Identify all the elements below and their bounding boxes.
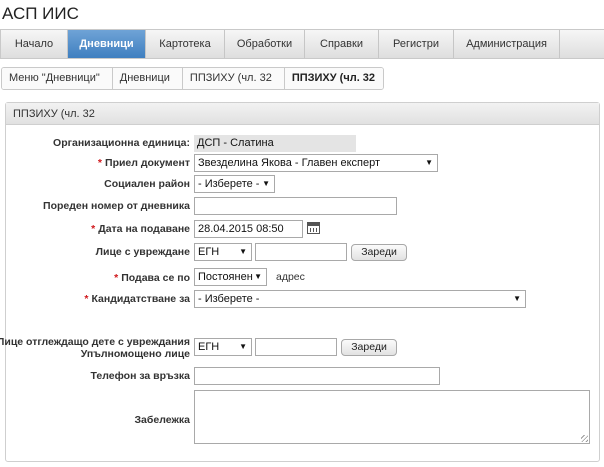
breadcrumb-item-journals[interactable]: Дневници [112,68,183,89]
chevron-down-icon: ▼ [239,342,247,351]
applying-for-select[interactable]: - Изберете - ▼ [194,290,526,308]
resize-grip-icon[interactable] [581,435,588,442]
nav-item-records[interactable]: Картотека [146,30,225,58]
breadcrumb-item-ppzihu[interactable]: ППЗИХУ (чл. 32 [182,68,285,89]
main-nav: Начало Дневници Картотека Обработки Спра… [0,29,604,59]
address-suffix: адрес [276,271,305,283]
org-unit-label: Организационна единица: [53,137,190,149]
note-label: Забележка [134,414,190,426]
disabled-person-label: Лице с увреждане [95,246,190,258]
chevron-down-icon: ▼ [254,272,262,281]
chevron-down-icon: ▼ [513,294,521,303]
breadcrumb-item-journals-menu[interactable]: Меню "Дневници" [2,68,113,89]
nav-item-administration[interactable]: Администрация [454,30,560,58]
required-star: * [84,293,89,305]
calendar-icon[interactable] [307,222,320,234]
breadcrumb-item-current: ППЗИХУ (чл. 32 [284,68,384,89]
required-star: * [114,272,119,284]
journal-number-label: Пореден номер от дневника [43,200,190,212]
caregiver-id-input[interactable] [255,338,337,356]
required-star: * [97,157,103,169]
applying-for-label: * Кандидатстване за [84,293,190,305]
load-caregiver-button[interactable]: Зареди [341,339,397,356]
chevron-down-icon: ▼ [425,158,433,167]
app-title: АСП ИИС [2,4,79,23]
caregiver-label: Лице отглеждащо дете с увреждания [0,336,190,348]
note-textarea[interactable] [194,390,590,444]
submit-date-label: * Дата на подаване [91,223,190,235]
social-area-select[interactable]: - Изберете - ▼ [194,175,275,193]
received-by-select[interactable]: Звезделина Якова - Главен експерт ▼ [194,154,438,172]
chevron-down-icon: ▼ [262,179,270,188]
phone-label: Телефон за връзка [90,370,191,382]
disabled-person-id-input[interactable] [255,243,347,261]
org-unit-value: ДСП - Слатина [194,135,356,152]
caregiver-id-type-select[interactable]: ЕГН ▼ [194,338,252,356]
social-area-label: Социален район [104,178,190,190]
received-by-label: * Приел документ [97,157,190,169]
authorized-person-label: Упълномощено лице [80,348,190,360]
submit-date-input[interactable]: 28.04.2015 08:50 [194,220,303,238]
breadcrumb: Меню "Дневници" Дневници ППЗИХУ (чл. 32 … [1,67,385,90]
nav-item-registers[interactable]: Регистри [379,30,454,58]
nav-item-journals[interactable]: Дневници [68,30,146,58]
nav-item-reports[interactable]: Справки [305,30,379,58]
disabled-person-id-type-select[interactable]: ЕГН ▼ [194,243,252,261]
journal-number-input[interactable] [194,197,397,215]
chevron-down-icon: ▼ [239,247,247,256]
panel-title: ППЗИХУ (чл. 32 [6,103,599,125]
required-star: * [91,223,96,235]
load-disabled-person-button[interactable]: Зареди [351,244,407,261]
nav-item-processing[interactable]: Обработки [225,30,305,58]
nav-item-home[interactable]: Начало [1,30,68,58]
phone-input[interactable] [194,367,440,385]
submitted-at-select[interactable]: Постоянен ▼ [194,268,267,286]
submitted-at-label: * Подава се по [114,272,190,284]
